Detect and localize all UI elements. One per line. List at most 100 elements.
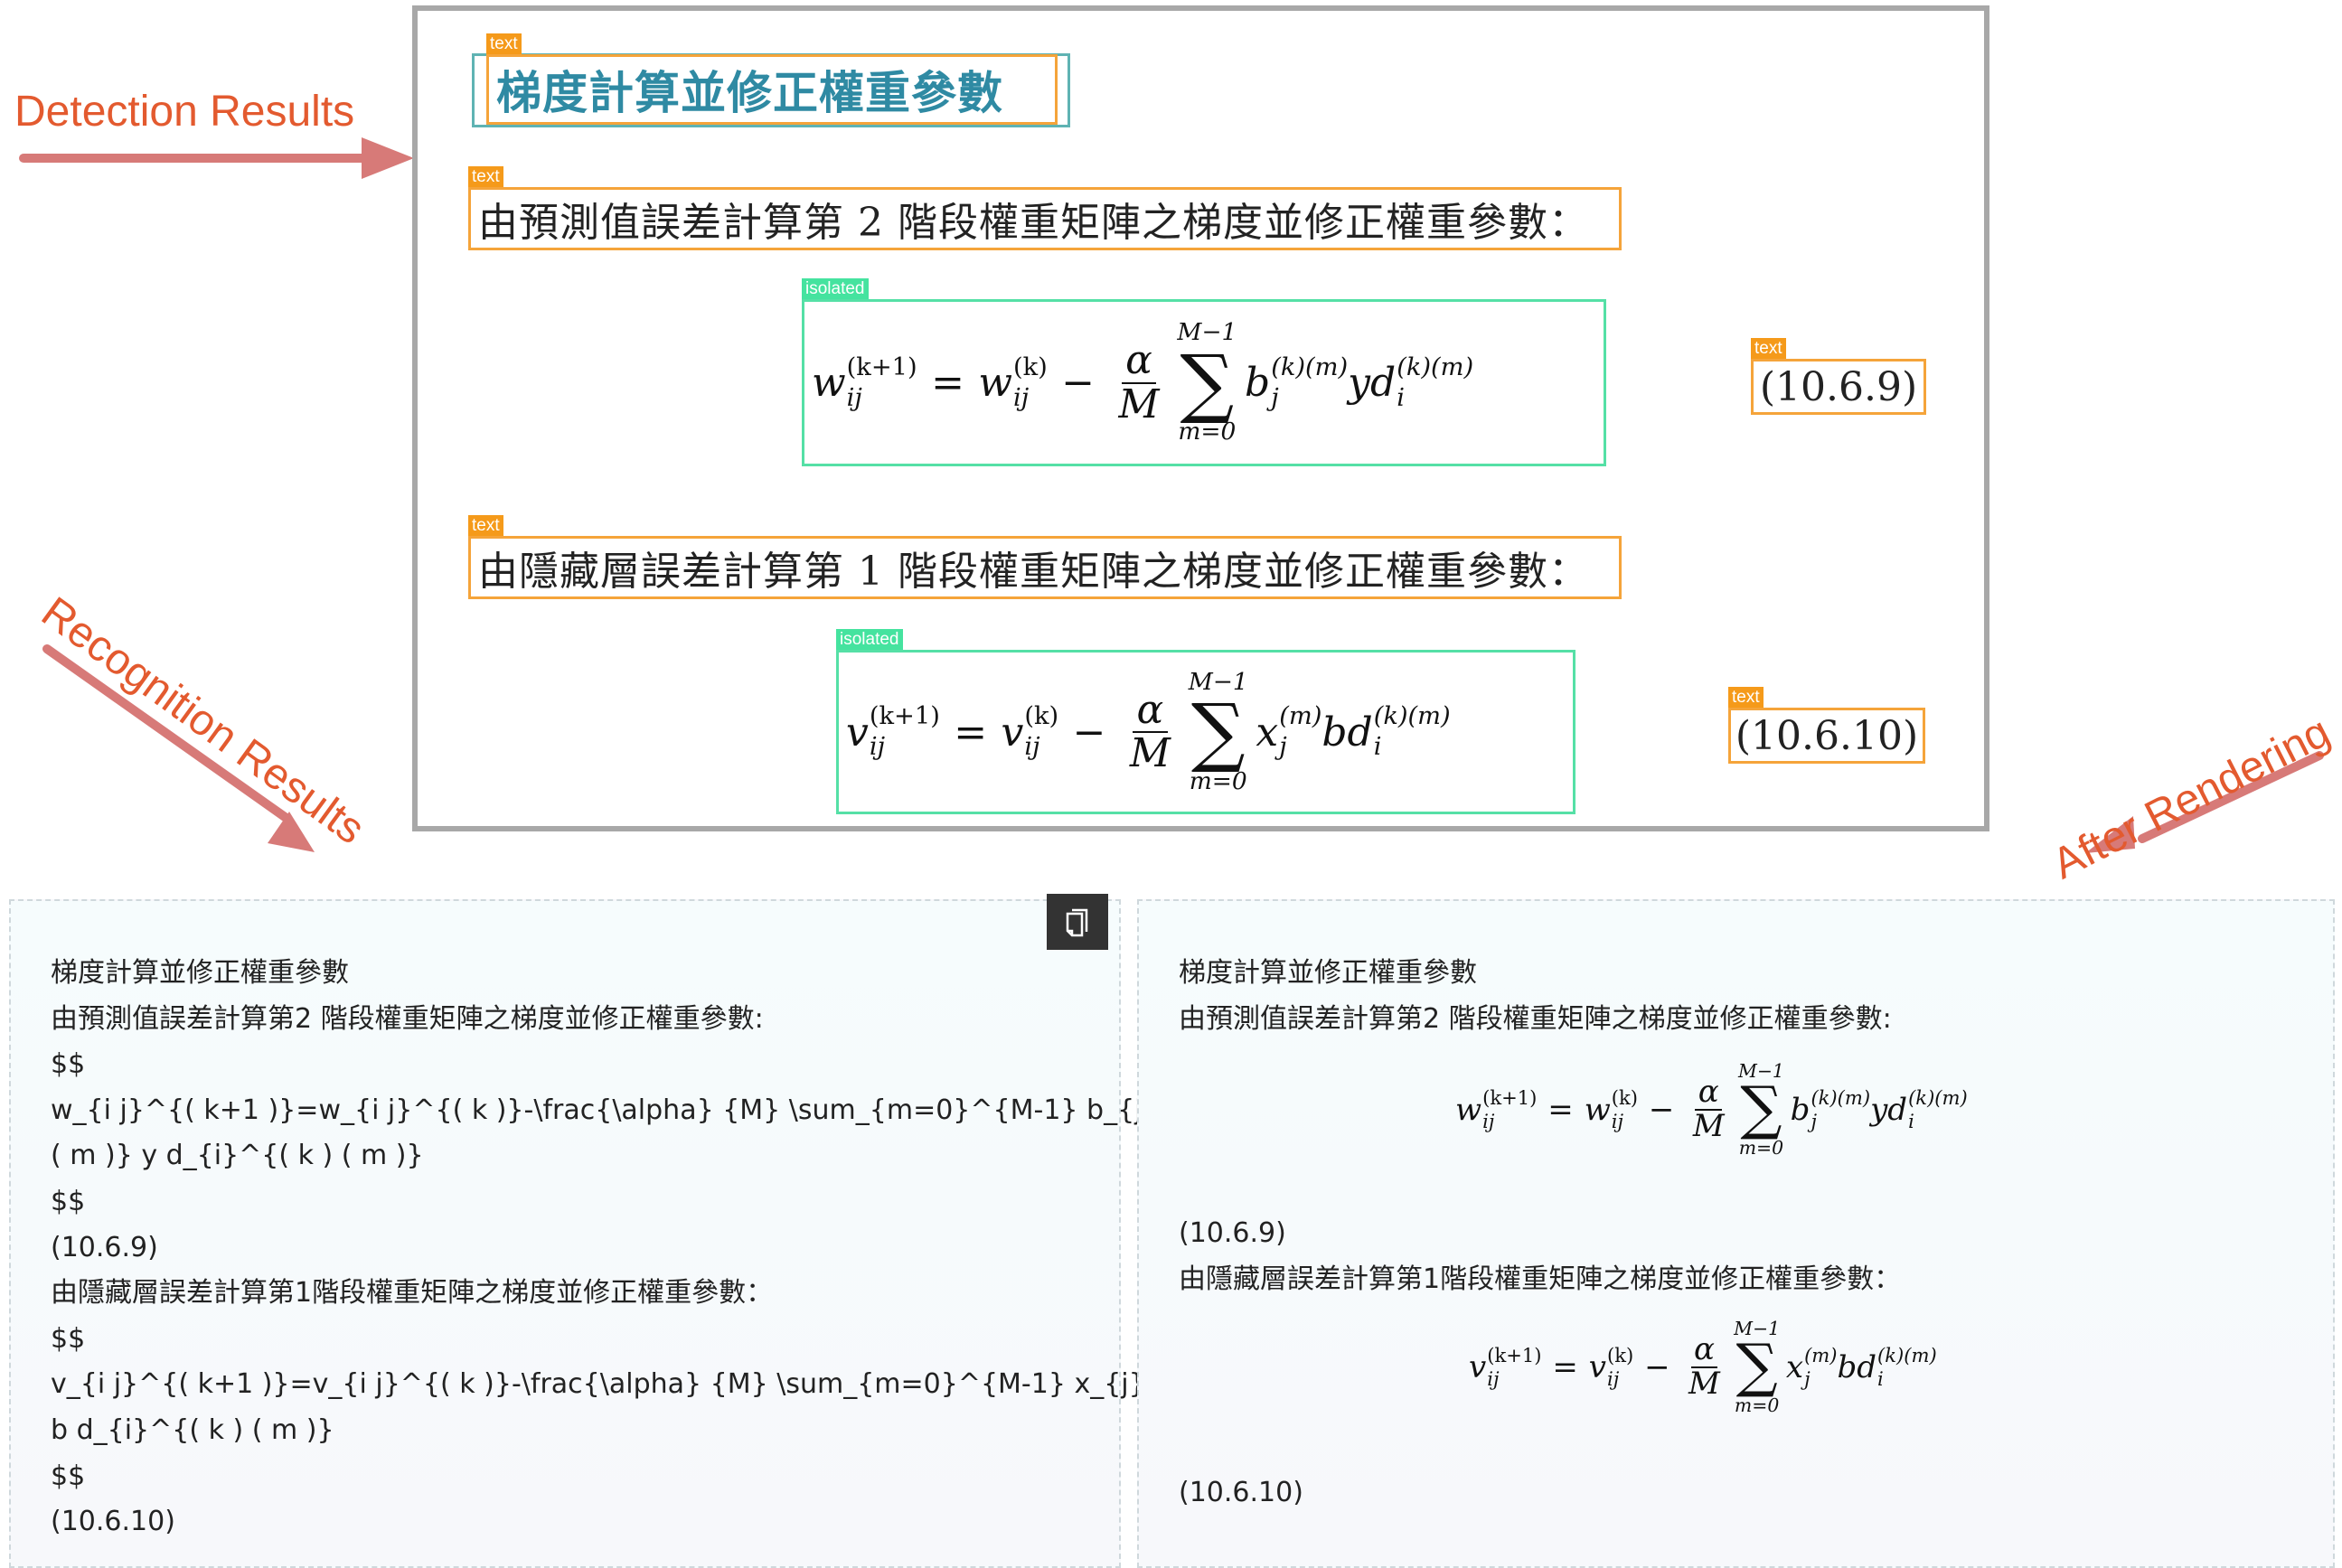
- r2-term1-sub: j: [1804, 1367, 1811, 1391]
- rendered-formula2: v (k+1) ij = v (k) ij − αM M−1 ∑ m=0 x (m) j …: [1469, 1319, 1937, 1415]
- recognition-line: w_{i j}^{( k+1 )}=w_{i j}^{( k )}-\frac{…: [51, 1094, 1254, 1126]
- r1-rhs-var: w: [1584, 1091, 1611, 1128]
- r1-term1-sub: j: [1811, 1110, 1817, 1133]
- rendered-panel: 梯度計算並修正權重參數 由預測值誤差計算第2 階段權重矩陣之梯度並修正權重參數:…: [1137, 899, 2335, 1568]
- f2-rhs-var: v: [1001, 709, 1024, 756]
- rendered-eq2-number: (10.6.10): [1179, 1477, 1303, 1508]
- r1-term2: yd: [1870, 1091, 1908, 1128]
- eq2-number-text: (10.6.10): [1735, 712, 1919, 759]
- sigma-icon: ∑: [1740, 1075, 1782, 1143]
- sigma-icon: ∑: [1190, 687, 1246, 776]
- f1-rhs-sup: (k): [1013, 352, 1048, 381]
- r1-term2-sup: (k)(m): [1908, 1085, 1968, 1109]
- formula1-tag: isolated: [802, 278, 869, 299]
- f2-frac-num: α: [1133, 689, 1168, 733]
- f2-term2: bd: [1321, 709, 1373, 756]
- recognition-line: $$: [51, 1186, 86, 1217]
- f1-frac-den: M: [1118, 380, 1160, 427]
- r2-eq: =: [1552, 1348, 1578, 1385]
- eq2-number-box[interactable]: (10.6.10): [1728, 708, 1925, 764]
- r2-term1: x: [1785, 1348, 1804, 1385]
- f2-lhs-sup: (k+1): [869, 702, 940, 731]
- f1-term2-sup: (k)(m): [1397, 352, 1474, 381]
- r1-sum-lower: m=0: [1738, 1137, 1784, 1159]
- r1-frac-den: M: [1692, 1107, 1725, 1144]
- formula1-detection-box[interactable]: w (k+1) ij = w (k) ij − αM M−1 ∑ m=0 b (k)(m…: [802, 299, 1606, 466]
- line1-detection-box[interactable]: 由預測值誤差計算第 2 階段權重矩陣之梯度並修正權重參數：: [468, 187, 1622, 250]
- rendered-eq1-number: (10.6.9): [1179, 1217, 1286, 1249]
- r2-lhs-sup: (k+1): [1487, 1343, 1542, 1366]
- r1-rhs-sup: (k): [1611, 1085, 1639, 1109]
- detection-arrow-head: [362, 137, 414, 179]
- recognition-panel: 梯度計算並修正權重參數 由預測值誤差計算第2 階段權重矩陣之梯度並修正權重參數: $…: [9, 894, 1268, 1568]
- f1-rhs-var: w: [978, 360, 1012, 406]
- f1-lhs-sub: ij: [846, 383, 862, 412]
- formula2-detection-box[interactable]: v (k+1) ij = v (k) ij − αM M−1 ∑ m=0 x (m) j …: [836, 650, 1575, 814]
- sigma-icon: ∑: [1180, 337, 1235, 427]
- r1-minus: −: [1648, 1091, 1675, 1128]
- f2-frac-den: M: [1129, 730, 1171, 776]
- r1-lhs: w: [1455, 1091, 1482, 1128]
- r1-lhs-sub: ij: [1482, 1110, 1495, 1133]
- f1-rhs-sub: ij: [1013, 383, 1030, 412]
- r2-lhs-sub: ij: [1487, 1367, 1500, 1391]
- r1-lhs-sup: (k+1): [1482, 1085, 1538, 1109]
- recognition-line: $$: [51, 1322, 86, 1355]
- detection-results-label: Detection Results: [14, 88, 355, 136]
- formula2-math: v (k+1) ij = v (k) ij − αM M−1 ∑ m=0 x (m) j …: [846, 653, 1451, 812]
- r2-frac-den: M: [1688, 1365, 1720, 1402]
- formula1-math: w (k+1) ij = w (k) ij − αM M−1 ∑ m=0 b (k)(m…: [812, 302, 1473, 464]
- copy-icon: [1066, 908, 1088, 937]
- copy-button[interactable]: [1047, 894, 1108, 950]
- r2-term1-sup: (m): [1804, 1343, 1838, 1366]
- f2-term1-sub: j: [1279, 733, 1287, 762]
- recognition-line: b d_{i}^{( k ) ( m )}: [51, 1414, 334, 1446]
- f2-rhs-sup: (k): [1024, 702, 1059, 731]
- f2-minus: −: [1072, 709, 1106, 756]
- line2-detection-box[interactable]: 由隱藏層誤差計算第 1 階段權重矩陣之梯度並修正權重參數：: [468, 536, 1622, 599]
- recognition-line: (10.6.9): [51, 1231, 158, 1263]
- formula2-tag: isolated: [836, 629, 903, 650]
- r2-term2: bd: [1837, 1348, 1877, 1385]
- r2-rhs-sup: (k): [1607, 1343, 1634, 1366]
- r1-rhs-sub: ij: [1611, 1110, 1624, 1133]
- r2-frac-num: α: [1690, 1333, 1718, 1368]
- r1-frac-num: α: [1695, 1075, 1723, 1111]
- recognition-line: (10.6.10): [51, 1506, 175, 1538]
- recognition-line: v_{i j}^{( k+1 )}=v_{i j}^{( k )}-\frac{…: [51, 1368, 1268, 1401]
- sigma-icon: ∑: [1735, 1332, 1778, 1401]
- r1-term1: b: [1790, 1091, 1811, 1128]
- r2-lhs: v: [1469, 1348, 1487, 1385]
- line1-tag: text: [468, 166, 503, 187]
- r2-rhs-sub: ij: [1607, 1367, 1620, 1391]
- title-detection-box[interactable]: 梯度計算並修正權重參數: [486, 54, 1058, 125]
- f1-term2-sub: i: [1397, 383, 1405, 412]
- rendered-title: 梯度計算並修正權重參數: [1179, 957, 1477, 989]
- f1-frac-num: α: [1121, 340, 1157, 384]
- f1-lhs: w: [812, 360, 846, 406]
- rendered-line1: 由預測值誤差計算第2 階段權重矩陣之梯度並修正權重參數:: [1179, 1003, 1892, 1035]
- f1-term1-sup: (k)(m): [1271, 352, 1349, 381]
- line2-tag: text: [468, 515, 503, 536]
- f1-term2: yd: [1348, 360, 1397, 406]
- r2-rhs-var: v: [1588, 1348, 1607, 1385]
- f1-term1-sub: j: [1271, 383, 1279, 412]
- r1-term1-sup: (k)(m): [1811, 1085, 1871, 1109]
- recognition-line: ( m )} y d_{i}^{( k ) ( m )}: [51, 1140, 424, 1172]
- f2-term1: x: [1256, 709, 1279, 756]
- f1-eq: =: [931, 360, 964, 406]
- f1-minus: −: [1061, 360, 1096, 406]
- rendered-line2: 由隱藏層誤差計算第1階段權重矩陣之梯度並修正權重參數：: [1179, 1263, 1902, 1295]
- rendered-formula1: w (k+1) ij = w (k) ij − αM M−1 ∑ m=0 b (k)(m…: [1455, 1062, 1968, 1159]
- title-tag: text: [486, 33, 522, 54]
- eq1-number-tag: text: [1751, 338, 1786, 359]
- r2-minus: −: [1644, 1348, 1670, 1385]
- recognition-line: 由隱藏層誤差計算第1階段權重矩陣之梯度並修正權重參數：: [51, 1277, 774, 1310]
- eq1-number-box[interactable]: (10.6.9): [1751, 359, 1926, 415]
- recognition-line: 由預測值誤差計算第2 階段權重矩陣之梯度並修正權重參數:: [51, 1002, 764, 1035]
- f1-lhs-sup: (k+1): [846, 352, 917, 381]
- line1-text: 由預測值誤差計算第 2 階段權重矩陣之梯度並修正權重參數：: [478, 200, 1589, 246]
- recognition-results-label: Recognition Results: [33, 587, 373, 854]
- f2-eq: =: [954, 709, 988, 756]
- title-text: 梯度計算並修正權重參數: [496, 67, 1003, 119]
